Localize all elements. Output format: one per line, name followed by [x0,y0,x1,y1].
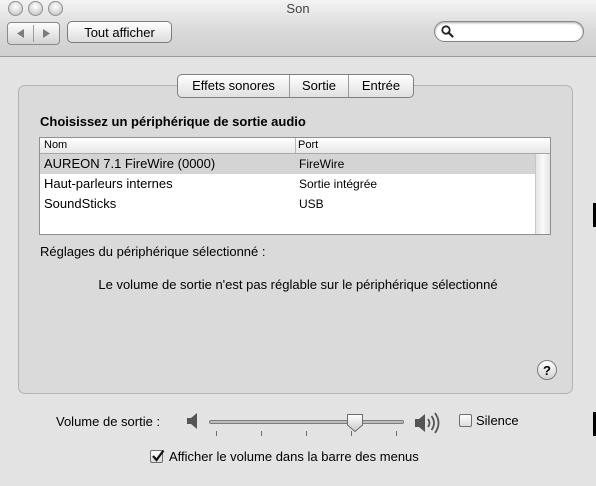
forward-arrow-icon [43,29,50,38]
tab-sound-effects[interactable]: Effets sonores [178,75,290,97]
search-icon [441,25,454,38]
window-title: Son [286,1,310,16]
slider-tick [396,431,397,436]
volume-slider-track[interactable] [209,420,404,424]
speaker-low-icon [187,413,197,429]
device-settings-label: Réglages du périphérique sélectionné : [40,244,266,259]
device-name: AUREON 7.1 FireWire (0000) [44,156,216,171]
silence-label: Silence [476,413,519,428]
slider-tick [261,431,262,436]
slider-tick [216,431,217,436]
speaker-high-icon [415,412,440,434]
preferences-window: Son Tout afficher Effets sonores Sortie … [0,0,596,486]
search-input[interactable] [457,24,579,41]
table-row[interactable]: Haut-parleurs internes Sortie intégrée [40,174,536,194]
column-header-port[interactable]: Port [298,139,318,151]
show-volume-in-menu-label: Afficher le volume dans la barre des men… [169,449,419,464]
navigation-control [7,22,60,45]
output-device-table: Nom Port AUREON 7.1 FireWire (0000) Fire… [39,137,551,235]
output-device-heading: Choisissez un périphérique de sortie aud… [40,114,306,129]
back-arrow-icon [17,29,24,38]
silence-checkbox[interactable] [459,414,472,427]
forward-button[interactable] [34,23,59,44]
help-button[interactable]: ? [537,360,557,380]
column-header-name[interactable]: Nom [44,139,67,151]
title-bar: Son Tout afficher [0,0,596,57]
back-button[interactable] [8,23,33,44]
device-port: FireWire [299,157,345,171]
volume-not-adjustable-message: Le volume de sortie n'est pas réglable s… [98,277,498,292]
show-volume-in-menu-checkbox[interactable] [150,449,165,463]
tab-bar: Effets sonores Sortie Entrée [177,74,414,98]
table-scrollbar[interactable] [535,154,550,234]
search-field[interactable] [434,21,584,42]
volume-slider-thumb[interactable] [346,413,364,433]
device-port: USB [299,197,324,211]
checkmark-icon [152,449,165,462]
tab-input[interactable]: Entrée [349,75,413,97]
device-port: Sortie intégrée [299,177,378,191]
column-divider [295,138,296,153]
table-header: Nom Port [40,138,550,154]
table-row[interactable]: SoundSticks USB [40,194,536,214]
tab-panel [18,85,573,394]
table-row[interactable]: AUREON 7.1 FireWire (0000) FireWire [40,154,536,174]
device-name: SoundSticks [44,196,117,211]
show-all-button[interactable]: Tout afficher [67,21,172,43]
slider-tick [306,431,307,436]
output-volume-label: Volume de sortie : [56,414,161,429]
device-name: Haut-parleurs internes [44,176,173,191]
tab-output[interactable]: Sortie [290,75,349,97]
slider-tick [351,431,352,436]
